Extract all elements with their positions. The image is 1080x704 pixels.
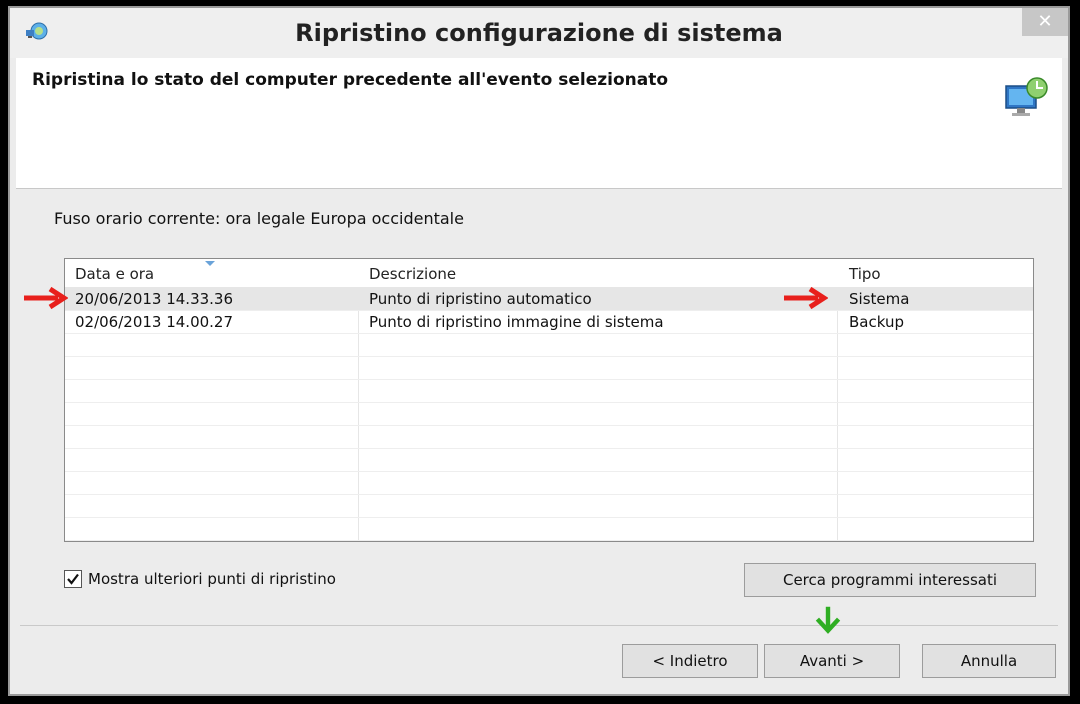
empty-row	[65, 380, 1033, 403]
cell-date: 02/06/2013 14.00.27	[75, 313, 234, 331]
show-more-checkbox[interactable]	[64, 570, 82, 588]
empty-row	[65, 403, 1033, 426]
timezone-label: Fuso orario corrente: ora legale Europa …	[54, 209, 464, 228]
column-header-description[interactable]: Descrizione	[369, 265, 456, 283]
cell-description: Punto di ripristino immagine di sistema	[369, 313, 664, 331]
next-button[interactable]: Avanti >	[764, 644, 900, 678]
window-title: Ripristino configurazione di sistema	[295, 19, 783, 47]
column-header-date[interactable]: Data e ora	[75, 265, 154, 283]
computer-restore-icon	[1005, 77, 1048, 116]
close-button[interactable]: ✕	[1022, 8, 1068, 36]
restore-points-table[interactable]: Data e ora Descrizione Tipo 20/06/2013 1…	[64, 258, 1034, 542]
empty-row	[65, 449, 1033, 472]
checkmark-icon	[67, 573, 79, 585]
red-arrow-icon	[784, 286, 828, 310]
back-button[interactable]: < Indietro	[622, 644, 758, 678]
table-row[interactable]: 02/06/2013 14.00.27 Punto di ripristino …	[65, 311, 1033, 334]
empty-row	[65, 334, 1033, 357]
footer-separator	[20, 625, 1058, 626]
empty-row	[65, 518, 1033, 541]
instruction-heading: Ripristina lo stato del computer precede…	[32, 70, 669, 90]
cell-description: Punto di ripristino automatico	[369, 290, 592, 308]
empty-row	[65, 472, 1033, 495]
show-more-restore-points[interactable]: Mostra ulteriori punti di ripristino	[64, 569, 336, 589]
title-bar: Ripristino configurazione di sistema ✕	[10, 8, 1068, 58]
table-row[interactable]: 20/06/2013 14.33.36 Punto di ripristino …	[65, 288, 1033, 311]
cell-type: Sistema	[849, 290, 910, 308]
header-panel: Ripristina lo stato del computer precede…	[16, 58, 1062, 189]
sort-indicator-icon	[205, 261, 215, 266]
table-header: Data e ora Descrizione Tipo	[65, 259, 1033, 288]
scan-affected-programs-button[interactable]: Cerca programmi interessati	[744, 563, 1036, 597]
empty-row	[65, 426, 1033, 449]
cell-type: Backup	[849, 313, 904, 331]
cell-date: 20/06/2013 14.33.36	[75, 290, 234, 308]
show-more-label: Mostra ulteriori punti di ripristino	[88, 570, 336, 588]
empty-row	[65, 495, 1033, 518]
red-arrow-icon	[24, 286, 68, 310]
green-down-arrow-icon	[815, 606, 841, 634]
cancel-button[interactable]: Annulla	[922, 644, 1056, 678]
system-restore-window: Ripristino configurazione di sistema ✕ R…	[8, 6, 1070, 696]
empty-row	[65, 357, 1033, 380]
column-header-type[interactable]: Tipo	[849, 265, 881, 283]
